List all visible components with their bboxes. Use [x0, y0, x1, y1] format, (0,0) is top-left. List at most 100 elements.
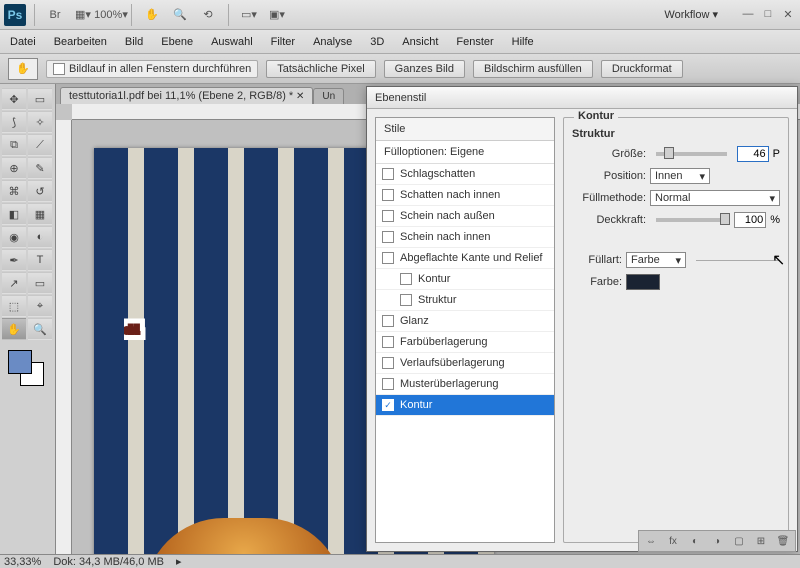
menu-window[interactable]: Fenster — [456, 36, 493, 48]
fit-screen-button[interactable]: Ganzes Bild — [384, 60, 465, 78]
menu-select[interactable]: Auswahl — [211, 36, 253, 48]
actual-pixels-button[interactable]: Tatsächliche Pixel — [266, 60, 375, 78]
checkbox-icon[interactable] — [382, 231, 394, 243]
filltype-select[interactable]: Farbe — [626, 252, 686, 268]
marquee-tool[interactable]: ▭ — [28, 88, 52, 110]
fx-icon[interactable]: fx — [665, 533, 681, 549]
menu-filter[interactable]: Filter — [271, 36, 295, 48]
checkbox-icon[interactable] — [382, 210, 394, 222]
path-tool[interactable]: ↗ — [2, 272, 26, 294]
checkbox-icon[interactable] — [382, 168, 394, 180]
style-item[interactable]: Abgeflachte Kante und Relief — [376, 248, 554, 269]
blendmode-select[interactable]: Normal — [650, 190, 780, 206]
3d-camera-tool[interactable]: ⌖ — [28, 295, 52, 317]
opacity-slider[interactable] — [656, 218, 724, 222]
history-brush-tool[interactable]: ↺ — [28, 180, 52, 202]
menu-file[interactable]: Datei — [10, 36, 36, 48]
gradient-tool[interactable]: ▦ — [28, 203, 52, 225]
folder-icon[interactable]: ▢ — [731, 533, 747, 549]
menu-layer[interactable]: Ebene — [161, 36, 193, 48]
zoom-tool[interactable]: 🔍 — [28, 318, 52, 340]
document-tab[interactable]: testtutoria1l.pdf bei 11,1% (Ebene 2, RG… — [60, 87, 313, 104]
checkbox-icon[interactable] — [382, 336, 394, 348]
style-item[interactable]: Schein nach außen — [376, 206, 554, 227]
checkbox-icon[interactable] — [382, 315, 394, 327]
wand-tool[interactable]: ✧ — [28, 111, 52, 133]
checkbox-icon[interactable] — [400, 273, 412, 285]
current-tool-icon[interactable]: ✋ — [8, 58, 38, 80]
rotate-view-icon[interactable]: ⟲ — [196, 4, 220, 26]
style-item[interactable]: Kontur — [376, 269, 554, 290]
menu-3d[interactable]: 3D — [370, 36, 384, 48]
close-button[interactable]: ✕ — [780, 8, 796, 22]
heal-tool[interactable]: ⊕ — [2, 157, 26, 179]
size-slider[interactable] — [656, 152, 727, 156]
menu-view[interactable]: Ansicht — [402, 36, 438, 48]
arrange-icon[interactable]: ▭▾ — [237, 4, 261, 26]
ruler-vertical[interactable] — [56, 120, 72, 554]
zoom-level[interactable]: 33,33% — [4, 556, 41, 568]
print-size-button[interactable]: Druckformat — [601, 60, 683, 78]
lasso-tool[interactable]: ⟆ — [2, 111, 26, 133]
menu-image[interactable]: Bild — [125, 36, 143, 48]
shape-tool[interactable]: ▭ — [28, 272, 52, 294]
stamp-tool[interactable]: ⌘ — [2, 180, 26, 202]
checkbox-icon[interactable] — [382, 399, 394, 411]
foreground-color[interactable] — [8, 350, 32, 374]
view-extras-icon[interactable]: ▦▾ — [71, 4, 95, 26]
dialog-title[interactable]: Ebenenstil — [367, 87, 797, 109]
document-tab[interactable]: Un — [313, 88, 344, 104]
color-well[interactable] — [626, 274, 660, 290]
style-item[interactable]: Verlaufsüberlagerung — [376, 353, 554, 374]
opacity-input[interactable] — [734, 212, 766, 228]
checkbox-icon[interactable] — [382, 378, 394, 390]
style-item[interactable]: Struktur — [376, 290, 554, 311]
style-item[interactable]: Glanz — [376, 311, 554, 332]
link-icon[interactable]: ⇔ — [643, 533, 659, 549]
checkbox-icon[interactable] — [382, 189, 394, 201]
style-item[interactable]: Musterüberlagerung — [376, 374, 554, 395]
blend-options-header[interactable]: Fülloptionen: Eigene — [376, 141, 554, 164]
mask-icon[interactable]: ◐ — [687, 533, 703, 549]
eraser-tool[interactable]: ◧ — [2, 203, 26, 225]
menu-analysis[interactable]: Analyse — [313, 36, 352, 48]
eyedropper-tool[interactable]: ⟋ — [28, 134, 52, 156]
size-input[interactable] — [737, 146, 769, 162]
style-item[interactable]: Schein nach innen — [376, 227, 554, 248]
dodge-tool[interactable]: ◐ — [28, 226, 52, 248]
style-list-header[interactable]: Stile — [376, 118, 554, 141]
maximize-button[interactable]: □ — [760, 8, 776, 22]
color-swatches[interactable] — [2, 348, 53, 388]
style-item[interactable]: Schatten nach innen — [376, 185, 554, 206]
zoom-icon[interactable]: 🔍 — [168, 4, 192, 26]
brush-tool[interactable]: ✎ — [28, 157, 52, 179]
menu-help[interactable]: Hilfe — [512, 36, 534, 48]
trash-icon[interactable]: 🗑 — [775, 533, 791, 549]
checkbox-icon[interactable] — [400, 294, 412, 306]
3d-tool[interactable]: ⬚ — [2, 295, 26, 317]
doc-info[interactable]: Dok: 34,3 MB/46,0 MB — [53, 556, 164, 568]
new-layer-icon[interactable]: ⊞ — [753, 533, 769, 549]
fill-screen-button[interactable]: Bildschirm ausfüllen — [473, 60, 593, 78]
workspace-switcher[interactable]: Workflow ▾ — [656, 6, 726, 23]
menu-edit[interactable]: Bearbeiten — [54, 36, 107, 48]
screen-mode-icon[interactable]: ▣▾ — [265, 4, 289, 26]
style-item[interactable]: Schlagschatten — [376, 164, 554, 185]
style-item[interactable]: Farbüberlagerung — [376, 332, 554, 353]
zoom-select[interactable]: 100% ▾ — [99, 4, 123, 26]
style-item[interactable]: Kontur — [376, 395, 554, 416]
checkbox-icon[interactable] — [382, 357, 394, 369]
blur-tool[interactable]: ◉ — [2, 226, 26, 248]
crop-tool[interactable]: ⧉ — [2, 134, 26, 156]
position-select[interactable]: Innen — [650, 168, 710, 184]
hand-tool[interactable]: ✋ — [2, 318, 26, 340]
minimize-button[interactable]: — — [740, 8, 756, 22]
move-tool[interactable]: ✥ — [2, 88, 26, 110]
checkbox-icon[interactable] — [382, 252, 394, 264]
scroll-all-checkbox[interactable]: Bildlauf in allen Fenstern durchführen — [46, 60, 258, 78]
bridge-icon[interactable]: Br — [43, 4, 67, 26]
pen-tool[interactable]: ✒ — [2, 249, 26, 271]
adjustment-icon[interactable]: ◑ — [709, 533, 725, 549]
hand-icon[interactable]: ✋ — [140, 4, 164, 26]
type-tool[interactable]: T — [28, 249, 52, 271]
